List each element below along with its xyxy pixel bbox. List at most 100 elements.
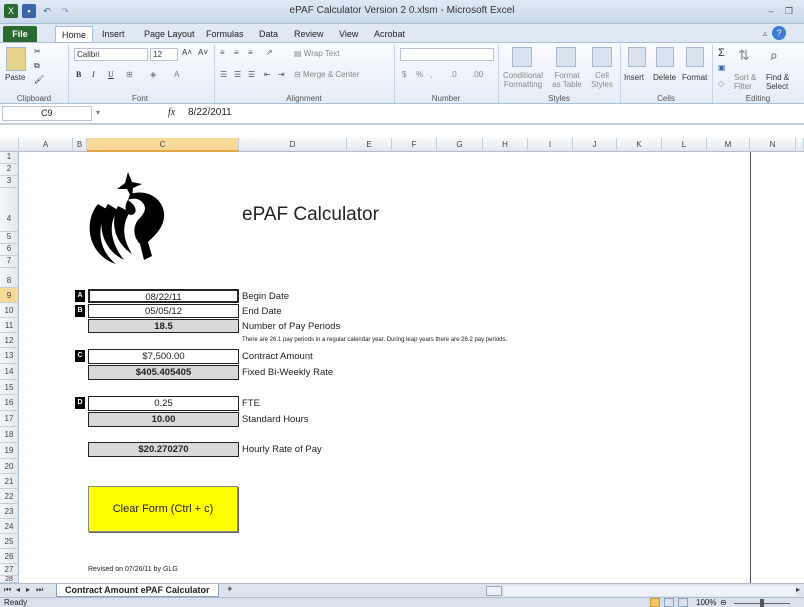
- comma-button[interactable]: ,: [430, 70, 432, 79]
- format-painter-icon[interactable]: 🖌: [34, 75, 44, 84]
- row-header-23[interactable]: 23: [0, 504, 19, 519]
- delete-cells-icon[interactable]: [656, 47, 674, 67]
- italic-button[interactable]: I: [92, 70, 95, 79]
- namebox-dropdown-icon[interactable]: ▾: [96, 108, 100, 117]
- minimize-icon[interactable]: –: [764, 4, 778, 18]
- tab-data[interactable]: Data: [253, 26, 284, 42]
- row-header-13[interactable]: 13: [0, 348, 19, 364]
- tab-view[interactable]: View: [333, 26, 364, 42]
- row-header-26[interactable]: 26: [0, 549, 19, 564]
- fill-color-icon[interactable]: ◈: [150, 70, 156, 79]
- conditional-formatting-icon[interactable]: [512, 47, 532, 67]
- copy-icon[interactable]: ⧉: [34, 61, 40, 71]
- format-as-table-button[interactable]: Format as Table: [547, 71, 587, 89]
- conditional-formatting-button[interactable]: Conditional Formatting: [503, 71, 543, 89]
- sheet-nav-next-icon[interactable]: ▸: [26, 585, 30, 594]
- col-header-e[interactable]: E: [347, 138, 392, 152]
- col-header-n[interactable]: N: [750, 138, 796, 152]
- find-select-icon[interactable]: ⌕: [770, 47, 778, 64]
- underline-button[interactable]: U: [108, 70, 114, 79]
- row-header-19[interactable]: 19: [0, 443, 19, 459]
- align-middle-icon[interactable]: ≡: [234, 48, 239, 57]
- row-header-1[interactable]: 1: [0, 152, 19, 164]
- font-size-select[interactable]: 12: [150, 48, 178, 61]
- row-header-14[interactable]: 14: [0, 364, 19, 380]
- autosum-icon[interactable]: Σ: [718, 47, 725, 59]
- wrap-text-button[interactable]: ▤ Wrap Text: [294, 49, 340, 58]
- page-break-view-icon[interactable]: [678, 598, 688, 607]
- delete-cells-button[interactable]: Delete: [653, 73, 676, 82]
- row-header-27[interactable]: 27: [0, 564, 19, 576]
- bold-button[interactable]: B: [76, 70, 81, 79]
- tab-insert[interactable]: Insert: [96, 26, 131, 42]
- name-box[interactable]: C9: [2, 106, 92, 121]
- row-header-28[interactable]: 28: [0, 576, 19, 583]
- row-header-9[interactable]: 9: [0, 288, 19, 303]
- col-header-m[interactable]: M: [707, 138, 750, 152]
- font-color-icon[interactable]: A: [174, 70, 179, 79]
- collapse-ribbon-icon[interactable]: ▵: [758, 26, 772, 40]
- hscroll-right-icon[interactable]: ▸: [796, 585, 800, 594]
- tab-home[interactable]: Home: [55, 26, 94, 42]
- row-header-3[interactable]: 3: [0, 176, 19, 188]
- col-header-l[interactable]: L: [662, 138, 707, 152]
- tab-file[interactable]: File: [3, 26, 37, 42]
- begin-date-input[interactable]: 08/22/11: [88, 289, 239, 303]
- paste-icon[interactable]: [6, 47, 26, 71]
- col-header-h[interactable]: H: [483, 138, 528, 152]
- align-right-icon[interactable]: ☰: [248, 70, 255, 79]
- row-header-10[interactable]: 10: [0, 303, 19, 318]
- zoom-slider-thumb[interactable]: [760, 599, 764, 607]
- tab-formulas[interactable]: Formulas: [200, 26, 250, 42]
- format-cells-icon[interactable]: [686, 47, 704, 67]
- increase-decimal-icon[interactable]: .0: [450, 70, 457, 79]
- help-icon[interactable]: ?: [772, 26, 786, 40]
- row-header-5[interactable]: 5: [0, 232, 19, 244]
- col-header-c[interactable]: C: [87, 138, 239, 152]
- insert-function-icon[interactable]: fx: [168, 107, 175, 118]
- percent-button[interactable]: %: [416, 70, 423, 79]
- decrease-indent-icon[interactable]: ⇤: [264, 70, 271, 79]
- tab-page-layout[interactable]: Page Layout: [138, 26, 201, 42]
- row-header-24[interactable]: 24: [0, 519, 19, 534]
- col-header-k[interactable]: K: [617, 138, 662, 152]
- row-header-18[interactable]: 18: [0, 427, 19, 443]
- row-header-6[interactable]: 6: [0, 244, 19, 256]
- normal-view-icon[interactable]: [650, 598, 660, 607]
- align-left-icon[interactable]: ☰: [220, 70, 227, 79]
- clear-icon[interactable]: ◇: [718, 79, 724, 88]
- tab-review[interactable]: Review: [288, 26, 330, 42]
- format-as-table-icon[interactable]: [556, 47, 576, 67]
- row-header-2[interactable]: 2: [0, 164, 19, 176]
- col-header-i[interactable]: I: [528, 138, 573, 152]
- contract-amount-input[interactable]: $7,500.00: [88, 349, 239, 364]
- col-header-a[interactable]: A: [19, 138, 73, 152]
- align-center-icon[interactable]: ☰: [234, 70, 241, 79]
- font-name-select[interactable]: Calibri: [74, 48, 148, 61]
- insert-cells-button[interactable]: Insert: [624, 73, 644, 82]
- merge-center-button[interactable]: ⊟ Merge & Center: [294, 70, 359, 79]
- orientation-icon[interactable]: ↗: [266, 48, 273, 57]
- row-header-15[interactable]: 15: [0, 380, 19, 395]
- row-header-4[interactable]: 4: [0, 188, 19, 232]
- row-header-22[interactable]: 22: [0, 489, 19, 504]
- grow-font-icon[interactable]: A˄: [182, 48, 192, 57]
- fill-icon[interactable]: ▣: [718, 63, 726, 72]
- fte-input[interactable]: 0.25: [88, 396, 239, 411]
- horizontal-scrollbar[interactable]: [504, 586, 796, 596]
- align-bottom-icon[interactable]: ≡: [248, 48, 253, 57]
- format-cells-button[interactable]: Format: [682, 73, 707, 82]
- sheet-nav-first-icon[interactable]: ⏮: [4, 585, 11, 595]
- decrease-decimal-icon[interactable]: .00: [472, 70, 483, 79]
- zoom-level[interactable]: 100%: [696, 598, 716, 607]
- row-header-16[interactable]: 16: [0, 395, 19, 411]
- find-select-button[interactable]: Find & Select: [766, 73, 789, 91]
- sort-filter-icon[interactable]: ⇅: [738, 47, 750, 64]
- shrink-font-icon[interactable]: A˅: [198, 48, 208, 57]
- cell-styles-icon[interactable]: [592, 47, 612, 67]
- sort-filter-button[interactable]: Sort & Filter: [734, 73, 756, 91]
- cell-styles-button[interactable]: Cell Styles: [588, 71, 616, 89]
- end-date-input[interactable]: 05/05/12: [88, 304, 239, 318]
- sheet-nav-prev-icon[interactable]: ◂: [16, 585, 20, 594]
- row-header-12[interactable]: 12: [0, 333, 19, 348]
